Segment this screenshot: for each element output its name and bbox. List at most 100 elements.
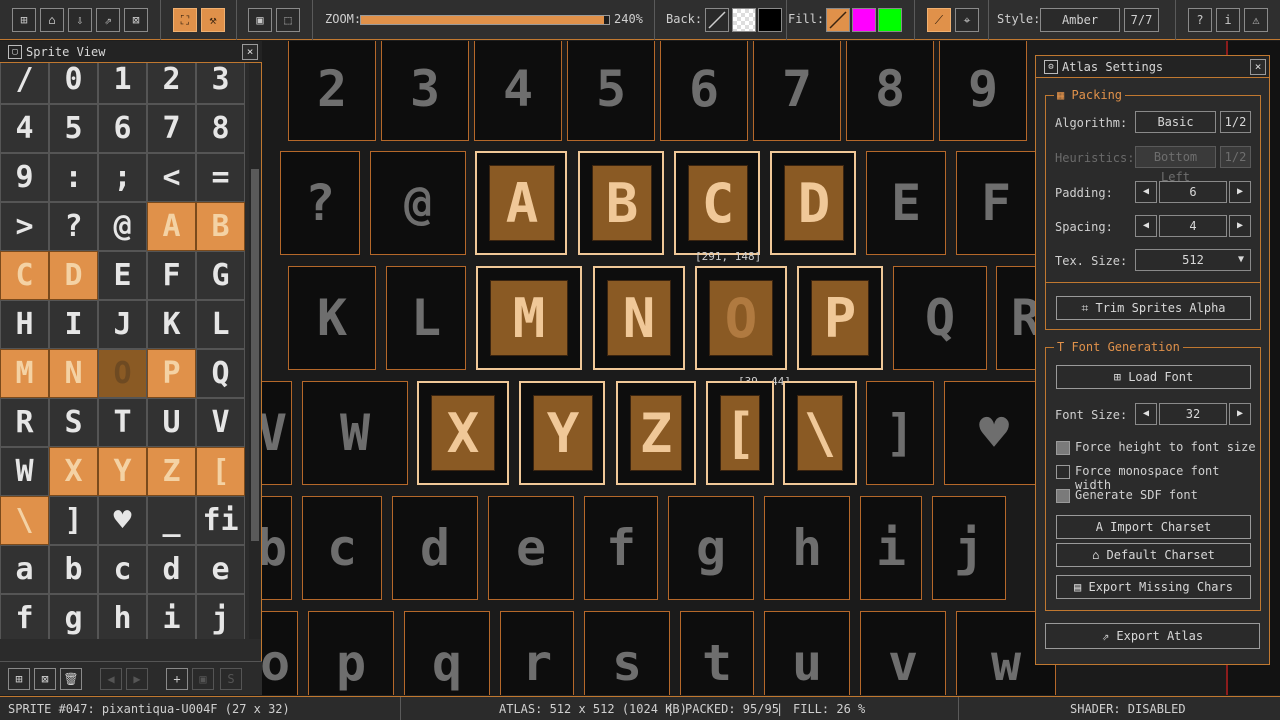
sprite-cell[interactable]: Y xyxy=(98,447,147,496)
add-icon[interactable]: + xyxy=(166,668,188,690)
open-file-icon[interactable]: ⌂ xyxy=(40,8,64,32)
atlas-cell[interactable]: 3 xyxy=(381,41,469,141)
algorithm-selector[interactable]: Basic xyxy=(1135,111,1216,133)
atlas-cell[interactable]: b xyxy=(262,496,292,600)
atlas-cell[interactable]: E xyxy=(866,151,946,255)
sprite-cell[interactable]: C xyxy=(0,251,49,300)
sprite-cell[interactable]: 2 xyxy=(147,63,196,104)
algorithm-counter[interactable]: 1/2 xyxy=(1220,111,1251,133)
sprite-cell[interactable]: B xyxy=(196,202,245,251)
sprite-cell[interactable]: I xyxy=(49,300,98,349)
sprite-cell[interactable]: O xyxy=(98,349,147,398)
next-sprite-icon[interactable]: ▶ xyxy=(126,668,148,690)
atlas-cell[interactable]: V xyxy=(262,381,292,485)
fill-green-swatch[interactable] xyxy=(878,8,902,32)
sprite-cell[interactable]: f xyxy=(0,594,49,639)
atlas-cell[interactable]: e xyxy=(488,496,574,600)
force-monospace-checkbox[interactable] xyxy=(1056,465,1070,479)
sprite-cell[interactable]: T xyxy=(98,398,147,447)
swap-sprite-icon[interactable]: S xyxy=(220,668,242,690)
spacing-input[interactable]: 4 xyxy=(1159,215,1227,237)
import-charset-button[interactable]: A Import Charset xyxy=(1056,515,1251,539)
atlas-cell[interactable]: @ xyxy=(370,151,466,255)
sprite-cell[interactable]: h xyxy=(98,594,147,639)
atlas-cell[interactable]: ♥ xyxy=(944,381,1044,485)
trim-sprites-alpha-button[interactable]: ⌗ Trim Sprites Alpha xyxy=(1056,296,1251,320)
info-icon[interactable]: i xyxy=(1216,8,1240,32)
atlas-cell[interactable]: r xyxy=(500,611,574,695)
sprite-cell[interactable]: ] xyxy=(49,496,98,545)
font-size-decrease-button[interactable]: ◀ xyxy=(1135,403,1157,425)
sprite-cell[interactable]: = xyxy=(196,153,245,202)
close-file-icon[interactable]: ⊠ xyxy=(124,8,148,32)
sprite-cell[interactable]: [ xyxy=(196,447,245,496)
sprite-cell[interactable]: J xyxy=(98,300,147,349)
style-selector[interactable]: Amber xyxy=(1040,8,1120,32)
atlas-cell[interactable]: 7 xyxy=(753,41,841,141)
atlas-cell-selected[interactable]: M xyxy=(476,266,582,370)
export-atlas-button[interactable]: ⇗ Export Atlas xyxy=(1045,623,1260,649)
sprite-cell[interactable]: e xyxy=(196,545,245,594)
back-checker-swatch[interactable] xyxy=(732,8,756,32)
sprite-cell[interactable]: N xyxy=(49,349,98,398)
texture-size-dropdown[interactable]: 512 ▼ xyxy=(1135,249,1251,271)
sprite-cell[interactable]: 5 xyxy=(49,104,98,153)
sprite-cell[interactable]: d xyxy=(147,545,196,594)
atlas-cell[interactable]: t xyxy=(680,611,754,695)
padding-input[interactable]: 6 xyxy=(1159,181,1227,203)
style-counter[interactable]: 7/7 xyxy=(1124,8,1159,32)
atlas-cell[interactable]: 2 xyxy=(288,41,376,141)
sprite-cell[interactable]: L xyxy=(196,300,245,349)
atlas-cell[interactable]: 4 xyxy=(474,41,562,141)
sprite-cell[interactable]: 3 xyxy=(196,63,245,104)
sprite-cell[interactable]: j xyxy=(196,594,245,639)
sprite-cell[interactable]: D xyxy=(49,251,98,300)
sprite-cell[interactable]: K xyxy=(147,300,196,349)
sprite-grid-scrollbar[interactable] xyxy=(249,63,261,639)
export-missing-chars-button[interactable]: ▤ Export Missing Chars xyxy=(1056,575,1251,599)
heuristics-counter[interactable]: 1/2 xyxy=(1220,146,1251,168)
center-icon[interactable]: ⌖ xyxy=(955,8,979,32)
atlas-cell-selected[interactable]: B xyxy=(578,151,664,255)
atlas-cell[interactable]: h xyxy=(764,496,850,600)
sprite-cell[interactable]: Q xyxy=(196,349,245,398)
atlas-cell[interactable]: ] xyxy=(866,381,934,485)
atlas-cell-selected[interactable]: O xyxy=(695,266,787,370)
trash-icon[interactable]: 🗑 xyxy=(60,668,82,690)
atlas-cell[interactable]: ? xyxy=(280,151,360,255)
atlas-cell[interactable]: v xyxy=(860,611,946,695)
sprite-cell[interactable]: A xyxy=(147,202,196,251)
atlas-cell-selected[interactable]: Z xyxy=(616,381,696,485)
sprite-cell[interactable]: 0 xyxy=(49,63,98,104)
sprite-cell[interactable]: _ xyxy=(147,496,196,545)
sprite-cell[interactable]: : xyxy=(49,153,98,202)
atlas-settings-close-button[interactable]: × xyxy=(1250,59,1266,75)
add-sprite-icon[interactable]: ⊞ xyxy=(8,668,30,690)
atlas-cell[interactable]: s xyxy=(584,611,670,695)
heuristics-selector[interactable]: Bottom Left xyxy=(1135,146,1216,184)
sprite-cell[interactable]: G xyxy=(196,251,245,300)
sprite-cell[interactable]: 1 xyxy=(98,63,147,104)
sprite-cell[interactable]: 9 xyxy=(0,153,49,202)
atlas-cell[interactable]: Q xyxy=(893,266,987,370)
atlas-cell[interactable]: F xyxy=(956,151,1036,255)
sprite-cell[interactable]: V xyxy=(196,398,245,447)
atlas-cell-selected[interactable]: P xyxy=(797,266,883,370)
sprite-view-close-button[interactable]: × xyxy=(242,44,258,60)
previous-sprite-icon[interactable]: ◀ xyxy=(100,668,122,690)
sprite-cell[interactable]: S xyxy=(49,398,98,447)
atlas-cell[interactable]: 5 xyxy=(567,41,655,141)
atlas-cell[interactable]: L xyxy=(386,266,466,370)
sprite-cell[interactable]: W xyxy=(0,447,49,496)
atlas-cell-selected[interactable]: C xyxy=(674,151,760,255)
spacing-decrease-button[interactable]: ◀ xyxy=(1135,215,1157,237)
sprite-cell[interactable]: M xyxy=(0,349,49,398)
copy-sprite-icon[interactable]: ▣ xyxy=(192,668,214,690)
atlas-cell[interactable]: p xyxy=(308,611,394,695)
atlas-cell[interactable]: 6 xyxy=(660,41,748,141)
font-size-increase-button[interactable]: ▶ xyxy=(1229,403,1251,425)
atlas-cell[interactable]: W xyxy=(302,381,408,485)
atlas-cell[interactable]: o xyxy=(262,611,298,695)
atlas-cell[interactable]: j xyxy=(932,496,1006,600)
sprite-cell[interactable]: ♥ xyxy=(98,496,147,545)
